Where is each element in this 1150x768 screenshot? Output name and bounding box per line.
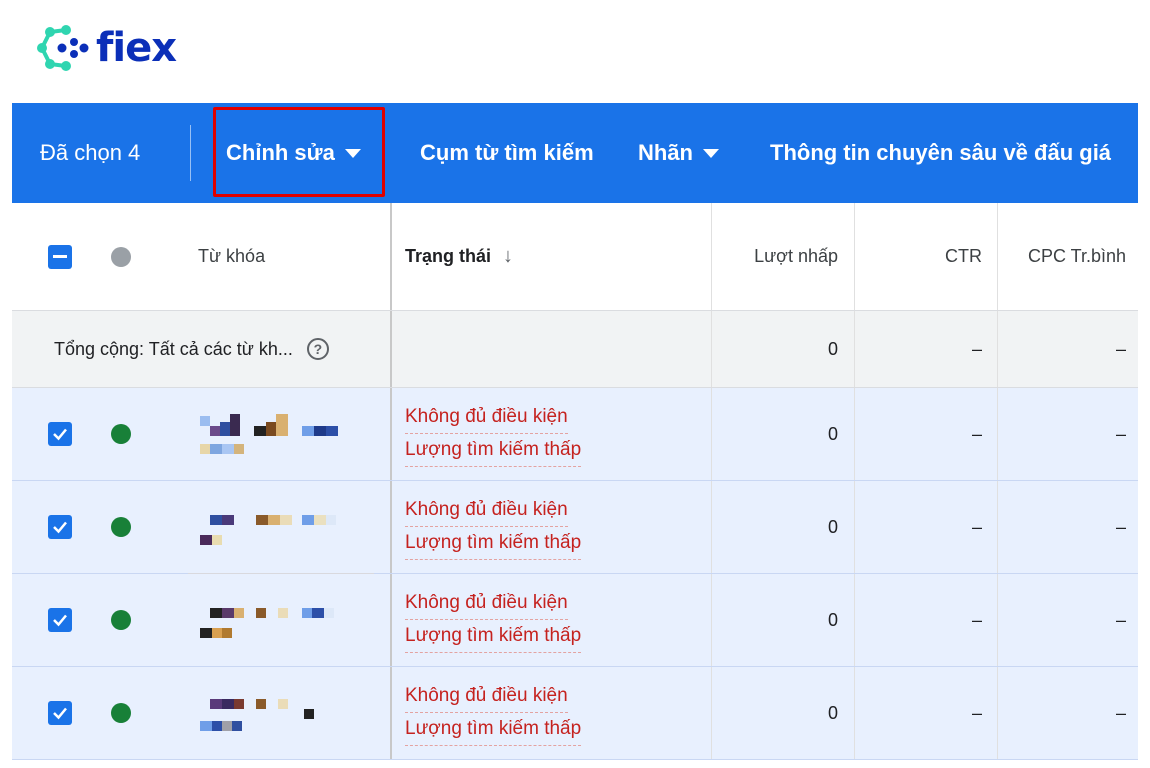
row-status: Không đủ điều kiện Lượng tìm kiếm thấp (405, 667, 582, 759)
row-ctr: – (971, 609, 982, 630)
status-low-search-volume[interactable]: Lượng tìm kiếm thấp (405, 620, 582, 653)
column-header-keyword[interactable]: Từ khóa (198, 203, 265, 310)
total-row: Tổng cộng: Tất cả các từ kh... ? 0 – – (12, 311, 1138, 388)
toolbar-divider (190, 125, 191, 181)
total-label: Tổng cộng: Tất cả các từ kh... ? (54, 311, 329, 387)
keyword-pixelated (198, 574, 368, 666)
status-ineligible[interactable]: Không đủ điều kiện (405, 680, 568, 713)
fiex-logo: fiex (36, 20, 177, 76)
status-dot-icon (111, 703, 131, 723)
column-divider (390, 481, 392, 573)
total-ctr: – (971, 338, 982, 359)
status-dot-icon (111, 424, 131, 444)
row-status: Không đủ điều kiện Lượng tìm kiếm thấp (405, 388, 582, 480)
table-row[interactable]: Không đủ điều kiện Lượng tìm kiếm thấp 0… (12, 574, 1138, 667)
checkbox-checked-icon (48, 515, 72, 539)
row-ctr: – (971, 516, 982, 537)
checkbox-checked-icon (48, 422, 72, 446)
status-low-search-volume[interactable]: Lượng tìm kiếm thấp (405, 434, 582, 467)
row-checkbox[interactable] (48, 481, 72, 573)
status-header-dot (111, 203, 131, 310)
status-dot-icon (111, 517, 131, 537)
table-row[interactable]: Không đủ điều kiện Lượng tìm kiếm thấp 0… (12, 481, 1138, 583)
select-all-checkbox[interactable] (48, 203, 72, 310)
row-clicks: 0 (827, 609, 838, 630)
status-low-search-volume[interactable]: Lượng tìm kiếm thấp (405, 527, 582, 560)
column-header-avg-cpc[interactable]: CPC Tr.bình (998, 203, 1126, 310)
selected-count-label: Đã chọn 4 (40, 140, 141, 165)
arrow-down-icon: ↓ (503, 245, 514, 267)
logo-text: fiex (96, 25, 177, 71)
row-status-dot (111, 667, 131, 759)
table-header-row: Từ khóa Trạng thái ↓ Lượt nhấp CTR CPC T… (12, 203, 1138, 311)
help-circle-icon[interactable]: ? (306, 338, 329, 360)
checkbox-checked-icon (48, 701, 72, 725)
row-status-dot (111, 574, 131, 666)
row-status-dot (111, 481, 131, 573)
row-checkbox[interactable] (48, 388, 72, 480)
total-clicks: 0 (827, 338, 838, 359)
row-clicks: 0 (827, 423, 838, 444)
status-header-label: Trạng thái (405, 246, 492, 266)
highlight-annotation-box (213, 107, 385, 197)
column-divider (390, 388, 392, 480)
column-header-clicks[interactable]: Lượt nhấp (712, 203, 838, 310)
status-dot-icon (111, 246, 131, 267)
column-header-ctr[interactable]: CTR (855, 203, 982, 310)
row-avg-cpc: – (1115, 423, 1126, 444)
row-checkbox[interactable] (48, 667, 72, 759)
keyword-pixelated (198, 388, 368, 480)
labels-label: Nhãn (638, 140, 693, 165)
selection-toolbar: Đã chọn 4 Chỉnh sửa Cụm từ tìm kiếm Nhãn… (12, 103, 1138, 203)
row-avg-cpc: – (1115, 702, 1126, 723)
search-phrases-button[interactable]: Cụm từ tìm kiếm (420, 103, 594, 203)
status-dot-icon (111, 610, 131, 630)
checkbox-checked-icon (48, 608, 72, 632)
status-ineligible[interactable]: Không đủ điều kiện (405, 587, 568, 620)
row-ctr: – (971, 702, 982, 723)
keyword-pixelated (198, 481, 368, 573)
total-label-text: Tổng cộng: Tất cả các từ kh... (54, 338, 293, 359)
row-avg-cpc: – (1115, 609, 1126, 630)
status-low-search-volume[interactable]: Lượng tìm kiếm thấp (405, 713, 582, 746)
auction-insights-button[interactable]: Thông tin chuyên sâu về đấu giá (770, 103, 1111, 203)
row-status: Không đủ điều kiện Lượng tìm kiếm thấp (405, 574, 582, 666)
caret-down-icon (703, 148, 719, 158)
labels-dropdown-button[interactable]: Nhãn (638, 103, 719, 203)
total-avg-cpc: – (1115, 338, 1126, 359)
column-header-status[interactable]: Trạng thái ↓ (405, 203, 513, 310)
row-avg-cpc: – (1115, 516, 1126, 537)
column-divider (390, 311, 392, 387)
status-ineligible[interactable]: Không đủ điều kiện (405, 494, 568, 527)
column-divider (390, 574, 392, 666)
checkbox-indeterminate-icon (48, 244, 72, 269)
table-row[interactable]: Không đủ điều kiện Lượng tìm kiếm thấp 0… (12, 667, 1138, 760)
status-ineligible[interactable]: Không đủ điều kiện (405, 401, 568, 434)
row-status-dot (111, 388, 131, 480)
column-divider (390, 667, 392, 759)
row-clicks: 0 (827, 516, 838, 537)
row-clicks: 0 (827, 702, 838, 723)
row-checkbox[interactable] (48, 574, 72, 666)
table-row[interactable]: Không đủ điều kiện Lượng tìm kiếm thấp 0… (12, 388, 1138, 481)
column-divider (390, 203, 392, 310)
keyword-pixelated (198, 667, 368, 759)
fiex-molecule-logo-icon (37, 25, 89, 71)
row-status: Không đủ điều kiện Lượng tìm kiếm thấp (405, 481, 582, 573)
row-ctr: – (971, 423, 982, 444)
